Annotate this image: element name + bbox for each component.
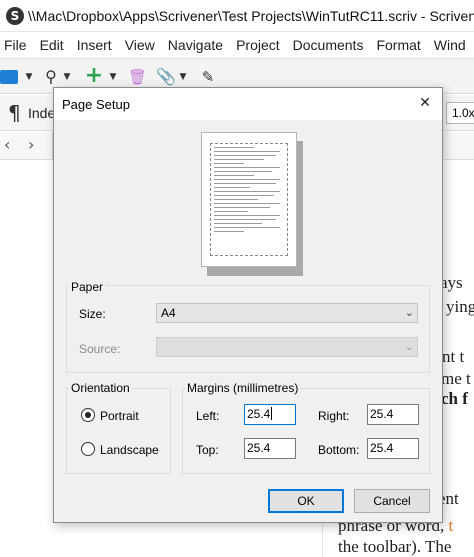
preview-text-line <box>214 179 280 180</box>
paragraph-icon[interactable]: ¶ <box>8 101 21 125</box>
cancel-button[interactable]: Cancel <box>354 489 430 513</box>
menu-file[interactable]: File <box>0 33 31 53</box>
left-margin-label: Left: <box>196 409 220 423</box>
trash-icon[interactable]: 🗑 <box>128 68 147 86</box>
preview-text-line <box>214 159 264 160</box>
menubar: File Edit Insert View Navigate Project Documen… <box>0 33 474 57</box>
orientation-group <box>66 388 171 474</box>
ok-button[interactable]: OK <box>268 489 344 513</box>
paper-source-select: ⌄ <box>156 337 418 357</box>
menu-window[interactable]: Wind <box>430 33 470 53</box>
preview-text-line <box>214 155 276 156</box>
size-label: Size: <box>79 307 106 321</box>
menu-view[interactable]: View <box>121 33 159 53</box>
editor-text-line: nt t <box>442 347 465 366</box>
portrait-label[interactable]: Portrait <box>100 409 139 423</box>
paper-group <box>66 285 430 373</box>
right-margin-input[interactable]: 25.4 <box>367 404 419 425</box>
bottom-margin-label: Bottom: <box>318 443 360 457</box>
editor-highlight-fragment: t <box>448 516 454 535</box>
menu-project[interactable]: Project <box>232 33 284 53</box>
preview-text-line <box>214 163 244 164</box>
preview-text-line <box>214 227 280 228</box>
window-title: \\Mac\Dropbox\Apps\Scrivener\Test Projec… <box>28 8 474 24</box>
orientation-group-label: Orientation <box>69 381 132 395</box>
preview-text-line <box>214 211 248 212</box>
paper-size-select[interactable]: A4 ⌄ <box>156 303 418 323</box>
left-margin-value: 25.4 <box>247 407 271 421</box>
margins-group <box>182 388 430 474</box>
forward-arrow-icon[interactable]: › <box>28 135 34 154</box>
search-icon[interactable]: ⚲ <box>42 68 60 86</box>
radio-selected-dot <box>85 412 91 418</box>
close-icon[interactable]: ✕ <box>414 93 436 113</box>
preview-text-line <box>214 175 254 176</box>
add-icon[interactable]: + <box>84 65 104 87</box>
top-margin-input[interactable]: 25.4 <box>244 438 296 459</box>
layout-dropdown-icon[interactable]: ▼ <box>24 68 34 86</box>
search-dropdown-icon[interactable]: ▼ <box>62 68 72 86</box>
editor-text-line: ying <box>446 297 474 316</box>
paper-size-value: A4 <box>161 306 176 320</box>
dialog-titlebar[interactable]: Page Setup ✕ <box>54 88 442 120</box>
editor-text-line: me t <box>441 369 471 388</box>
preview-text-line <box>214 203 280 204</box>
left-margin-input[interactable]: 25.4 <box>244 404 296 425</box>
preview-text-line <box>214 199 258 200</box>
preview-text-line <box>214 223 262 224</box>
preview-text-line <box>214 191 280 192</box>
page-preview <box>201 132 297 267</box>
window-titlebar: S \\Mac\Dropbox\Apps\Scrivener\Test Proj… <box>0 0 474 32</box>
top-margin-label: Top: <box>196 443 219 457</box>
preview-text-line <box>214 215 280 216</box>
margins-group-label: Margins (millimetres) <box>185 381 301 395</box>
preview-text-line <box>214 187 250 188</box>
landscape-radio[interactable] <box>81 442 95 456</box>
layout-icon[interactable] <box>0 70 18 84</box>
zoom-select[interactable]: 1.0x <box>446 102 474 124</box>
preview-text-line <box>214 207 270 208</box>
landscape-label[interactable]: Landscape <box>100 443 159 457</box>
paragraph-style-select[interactable]: Inde <box>28 105 55 121</box>
preview-text-line <box>214 195 274 196</box>
bottom-margin-input[interactable]: 25.4 <box>367 438 419 459</box>
edit-icon[interactable]: ✎ <box>198 68 218 86</box>
right-margin-label: Right: <box>318 409 350 423</box>
portrait-radio[interactable] <box>81 408 95 422</box>
scrivener-logo-icon: S <box>6 7 24 25</box>
menu-edit[interactable]: Edit <box>36 33 68 53</box>
preview-text-line <box>214 147 254 148</box>
dialog-title: Page Setup <box>62 97 130 112</box>
page-preview-margin <box>210 143 288 256</box>
menu-insert[interactable]: Insert <box>73 33 116 53</box>
editor-text-line: ays <box>440 273 463 292</box>
paper-group-label: Paper <box>69 280 106 294</box>
menu-format[interactable]: Format <box>372 33 424 53</box>
menu-navigate[interactable]: Navigate <box>164 33 227 53</box>
preview-text-line <box>214 167 280 168</box>
menu-documents[interactable]: Documents <box>289 33 368 53</box>
preview-text-line <box>214 183 276 184</box>
preview-text-line <box>214 219 276 220</box>
chevron-down-icon: ⌄ <box>404 306 414 319</box>
attach-dropdown-icon[interactable]: ▼ <box>178 68 188 86</box>
back-arrow-icon[interactable]: ‹ <box>4 135 10 154</box>
text-caret <box>271 407 273 420</box>
editor-text-line: the toolbar). The <box>338 537 452 556</box>
attach-icon[interactable]: 📎 <box>156 68 176 86</box>
preview-text-line <box>214 151 280 152</box>
chevron-down-icon: ⌄ <box>404 340 414 353</box>
editor-text-line: ch f <box>441 389 468 408</box>
preview-text-line <box>214 231 244 232</box>
page-setup-dialog: Page Setup ✕ Paper Size: A4 ⌄ Source: ⌄ … <box>53 87 443 523</box>
preview-text-line <box>214 171 272 172</box>
source-label: Source: <box>79 342 121 356</box>
add-dropdown-icon[interactable]: ▼ <box>108 68 118 86</box>
